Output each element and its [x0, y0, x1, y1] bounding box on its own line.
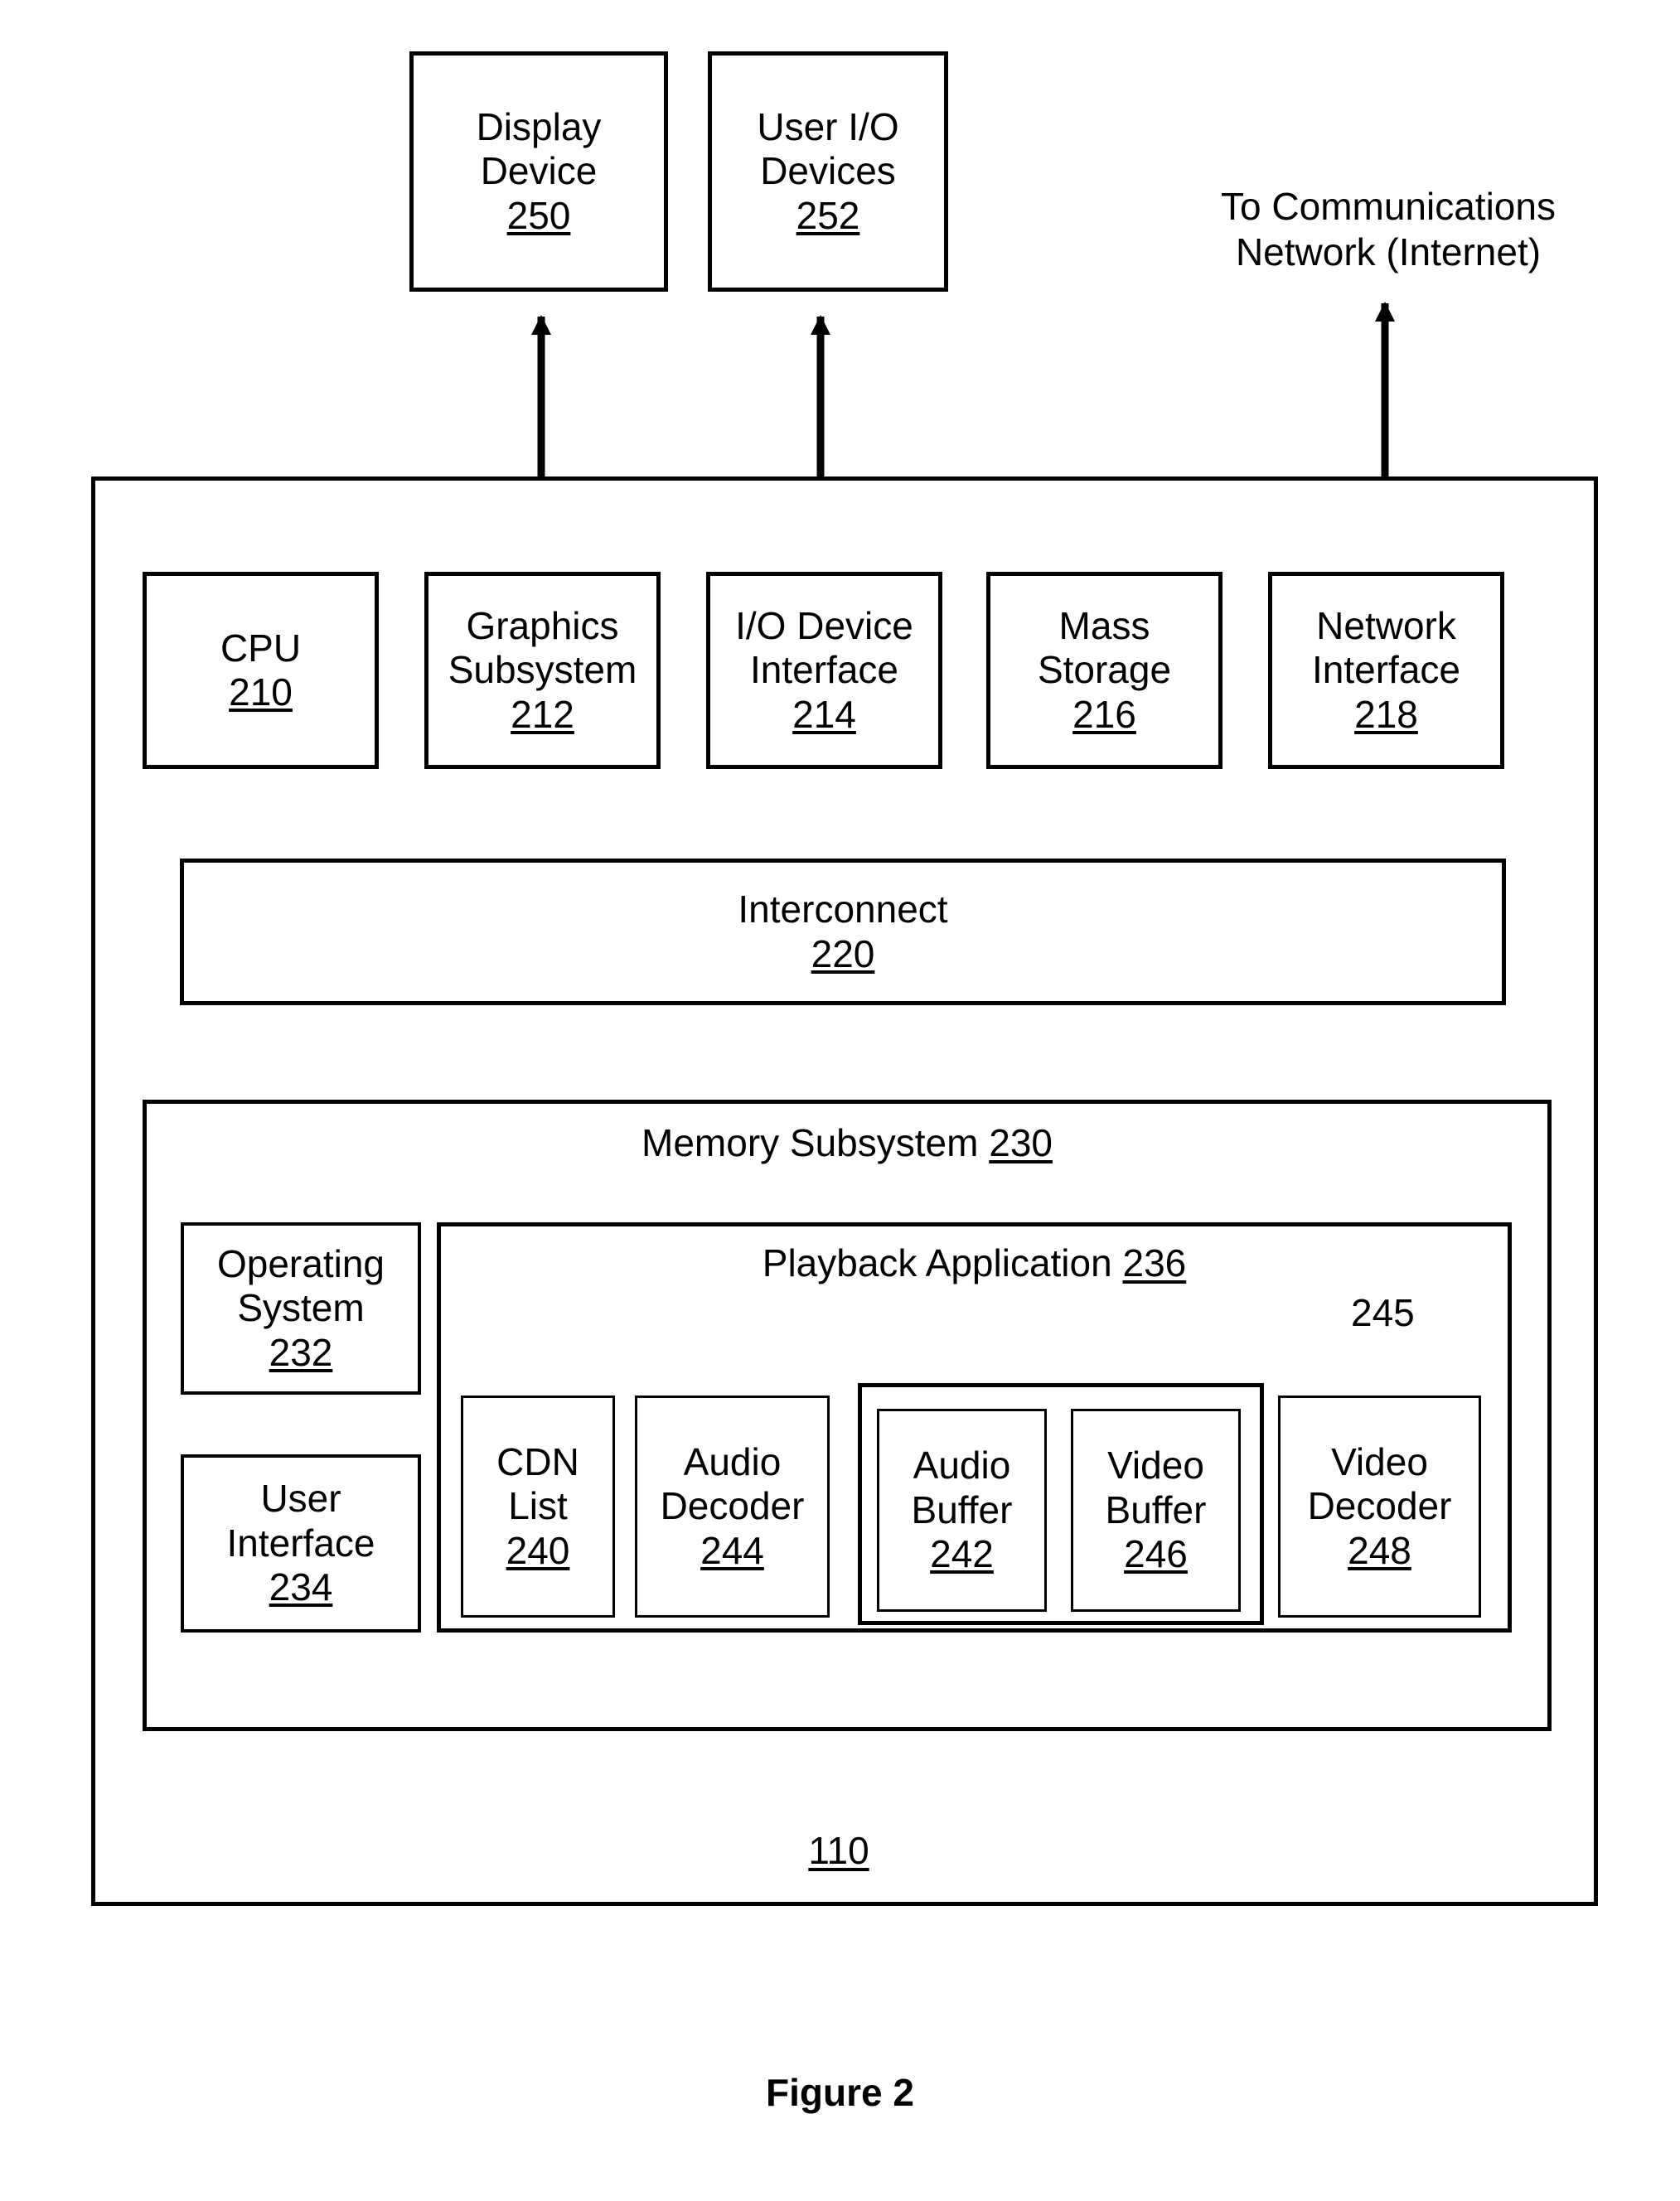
operating-system-box[interactable]: Operating System 232	[181, 1222, 421, 1395]
operating-system-label-line1: Operating	[216, 1241, 385, 1285]
display-device-label-line1: Display	[476, 104, 602, 148]
audio-decoder-box[interactable]: Audio Decoder 244	[635, 1396, 830, 1618]
video-decoder-ref: 248	[1348, 1528, 1411, 1572]
video-buffer-ref: 246	[1124, 1532, 1188, 1576]
video-decoder-label-line2: Decoder	[1307, 1484, 1452, 1528]
audio-decoder-label-line1: Audio	[683, 1439, 782, 1483]
cdn-list-box[interactable]: CDN List 240	[461, 1396, 615, 1618]
user-interface-ref: 234	[269, 1565, 333, 1609]
display-device-box[interactable]: Display Device 250	[409, 51, 668, 292]
cdn-list-ref: 240	[506, 1528, 570, 1572]
playback-application-title-label: Playback Application	[762, 1241, 1112, 1284]
io-device-interface-ref: 214	[792, 692, 856, 736]
figure-canvas: Display Device 250 User I/O Devices 252 …	[0, 0, 1680, 2201]
communications-network-note: To Communications Network (Internet)	[1221, 185, 1556, 274]
graphics-subsystem-ref: 212	[511, 692, 574, 736]
display-device-ref: 250	[506, 193, 571, 237]
playback-application-title-ref: 236	[1122, 1241, 1187, 1284]
network-interface-label-line1: Network	[1316, 603, 1456, 647]
cdn-list-label-line2: List	[508, 1484, 568, 1528]
video-buffer-box[interactable]: Video Buffer 246	[1071, 1409, 1241, 1612]
graphics-subsystem-label-line1: Graphics	[466, 603, 619, 647]
video-decoder-label-line1: Video	[1331, 1439, 1428, 1483]
mass-storage-label-line2: Storage	[1037, 648, 1172, 692]
operating-system-ref: 232	[269, 1330, 333, 1374]
figure-caption: Figure 2	[766, 2071, 914, 2114]
playback-device-ref: 110	[808, 1829, 869, 1872]
user-interface-label-line1: User	[260, 1477, 341, 1521]
graphics-subsystem-box[interactable]: Graphics Subsystem 212	[424, 572, 661, 769]
memory-subsystem-title: Memory Subsystem 230	[143, 1120, 1552, 1166]
user-interface-label-line2: Interface	[226, 1521, 375, 1565]
display-device-label-line2: Device	[480, 149, 598, 193]
buffer-group-ref-245: 245	[1351, 1291, 1415, 1334]
cpu-label-line1: CPU	[220, 626, 302, 670]
user-io-devices-label-line2: Devices	[760, 149, 896, 193]
audio-decoder-ref: 244	[700, 1528, 764, 1572]
io-device-interface-box[interactable]: I/O Device Interface 214	[706, 572, 942, 769]
network-interface-box[interactable]: Network Interface 218	[1268, 572, 1504, 769]
io-device-interface-label-line2: Interface	[750, 648, 898, 692]
video-decoder-box[interactable]: Video Decoder 248	[1278, 1396, 1481, 1618]
mass-storage-label-line1: Mass	[1058, 603, 1150, 647]
interconnect-box[interactable]: Interconnect 220	[180, 859, 1506, 1005]
interconnect-ref: 220	[811, 931, 875, 975]
memory-subsystem-title-label: Memory Subsystem	[641, 1121, 979, 1164]
audio-buffer-ref: 242	[930, 1532, 994, 1576]
graphics-subsystem-label-line2: Subsystem	[448, 648, 637, 692]
audio-buffer-label-line1: Audio	[913, 1444, 1011, 1487]
operating-system-label-line2: System	[237, 1286, 365, 1330]
network-interface-ref: 218	[1354, 692, 1418, 736]
user-io-devices-box[interactable]: User I/O Devices 252	[708, 51, 948, 292]
user-io-devices-ref: 252	[796, 193, 860, 237]
user-io-devices-label-line1: User I/O	[757, 104, 899, 148]
audio-decoder-label-line2: Decoder	[660, 1484, 805, 1528]
cdn-list-label-line1: CDN	[496, 1439, 579, 1483]
io-device-interface-label-line1: I/O Device	[735, 603, 913, 647]
network-interface-label-line2: Interface	[1312, 648, 1460, 692]
mass-storage-box[interactable]: Mass Storage 216	[986, 572, 1222, 769]
user-interface-box[interactable]: User Interface 234	[181, 1454, 421, 1633]
cpu-box[interactable]: CPU 210	[143, 572, 379, 769]
cpu-ref: 210	[229, 670, 293, 714]
mass-storage-ref: 216	[1072, 692, 1136, 736]
playback-application-title: Playback Application 236	[437, 1241, 1512, 1286]
video-buffer-label-line1: Video	[1107, 1444, 1204, 1487]
interconnect-label: Interconnect	[738, 888, 948, 931]
audio-buffer-box[interactable]: Audio Buffer 242	[877, 1409, 1047, 1612]
video-buffer-label-line2: Buffer	[1105, 1487, 1207, 1531]
audio-buffer-label-line2: Buffer	[911, 1487, 1013, 1531]
memory-subsystem-title-ref: 230	[989, 1121, 1053, 1164]
